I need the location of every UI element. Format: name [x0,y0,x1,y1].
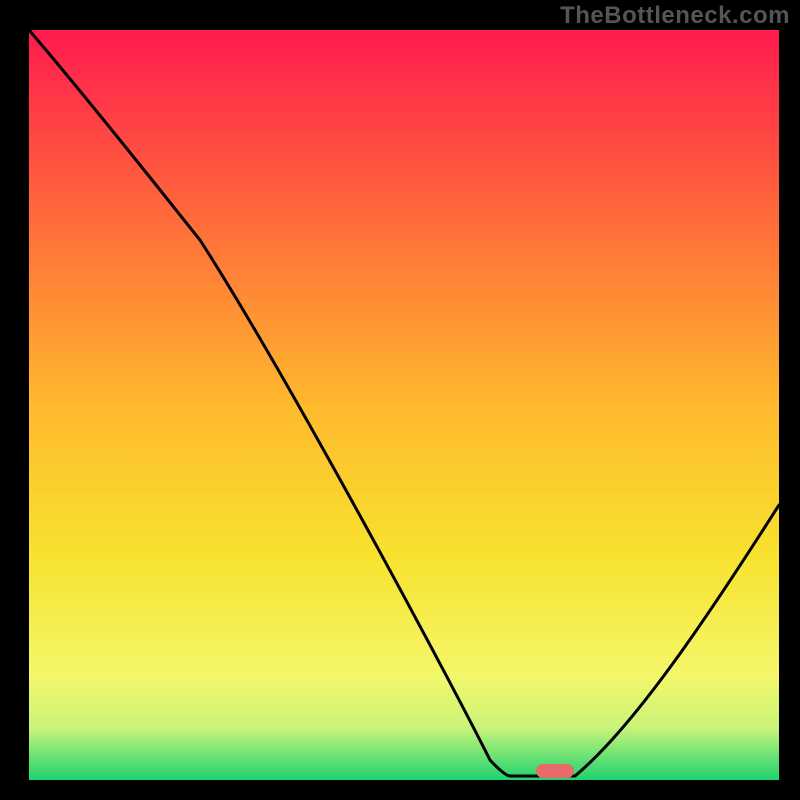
bottleneck-plot [0,0,800,800]
watermark-text: TheBottleneck.com [560,2,790,30]
plot-background [29,30,779,780]
sweet-spot-marker [536,764,574,778]
chart-container: TheBottleneck.com [0,0,800,800]
